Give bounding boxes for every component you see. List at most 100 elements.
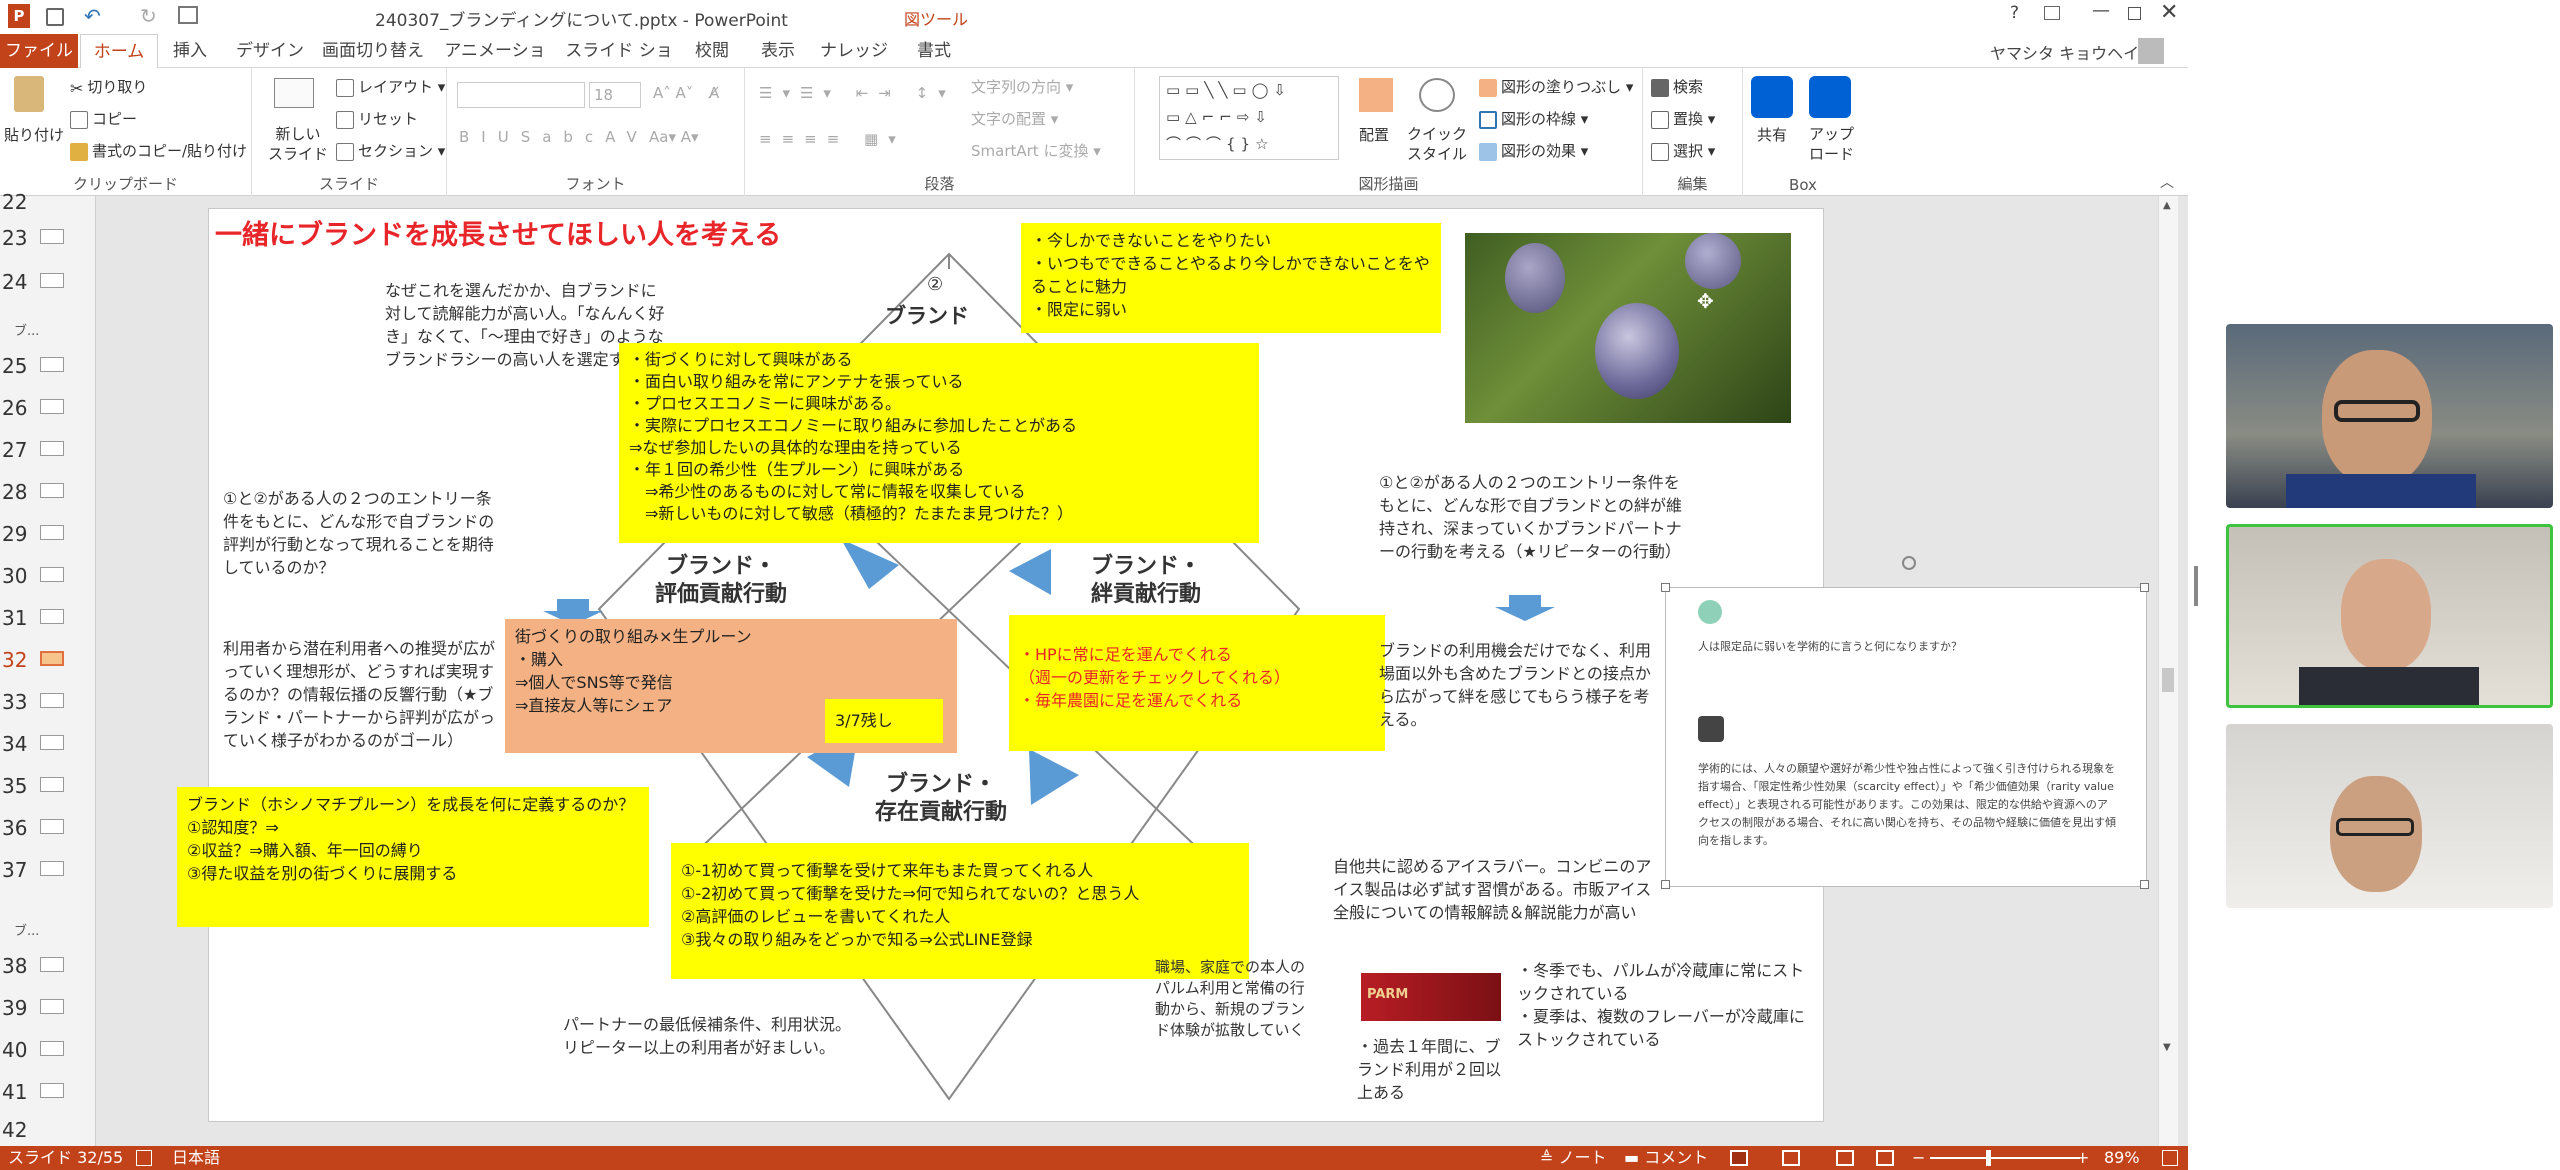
parm-product-image[interactable]: PARM (1361, 973, 1501, 1021)
zoom-level[interactable]: 89% (2104, 1146, 2140, 1170)
goal-left[interactable]: 利用者から潜在利用者への推奨が広がっていく理想形が、どうすれば実現するのか？の情… (223, 637, 507, 752)
tab-slideshow[interactable]: スライド ショー (564, 34, 674, 95)
slide-thumbnail[interactable] (40, 525, 64, 540)
case-button[interactable]: Aa▾ A▾ (649, 128, 699, 146)
tab-insert[interactable]: 挿入 (160, 34, 220, 68)
font-size-box[interactable]: 18 (589, 82, 641, 108)
participant-video[interactable] (2226, 324, 2553, 508)
selection-handle[interactable] (2140, 880, 2149, 889)
participant-video-active[interactable] (2226, 524, 2553, 708)
language-indicator[interactable]: 日本語 (172, 1146, 220, 1170)
slide-thumbnail-pane[interactable]: 22 23 24 ブ... 25 26 27 28 29 30 31 32 33… (0, 190, 110, 1146)
collapse-ribbon-icon[interactable]: ︿ (2160, 172, 2174, 192)
selection-handle[interactable] (1661, 583, 1670, 592)
tab-view[interactable]: 表示 (750, 34, 806, 68)
slide-thumbnail[interactable] (40, 735, 64, 750)
slide-thumbnail[interactable] (40, 957, 64, 972)
reading-view-icon[interactable] (1836, 1150, 1854, 1166)
font-name-box[interactable] (457, 82, 585, 108)
replace-button[interactable]: 置換 ▾ (1651, 108, 1715, 129)
ribbon-display-icon[interactable] (2044, 6, 2060, 20)
undo-icon[interactable]: ↶ (84, 4, 101, 28)
chat-screenshot[interactable]: 人は限定品に弱いを学術的に言うと何になりますか？ 学術的には、人々の願望や選好が… (1661, 556, 2149, 889)
reset-button[interactable]: リセット (336, 108, 418, 129)
spellcheck-icon[interactable] (136, 1150, 152, 1166)
shapes-gallery[interactable]: ▭▭╲╲▭◯⇩ ▭△⌐⌐⇨⇩ ⌒⌒⌒{}☆ (1159, 76, 1339, 160)
yellow-top[interactable]: ・今しかできないことをやりたい ・いつもでできることやるより今しかできないことを… (1021, 223, 1441, 333)
slide-sorter-icon[interactable] (1782, 1150, 1800, 1166)
brand-use-text[interactable]: ブランドの利用機会だけでなく、利用場面以外も含めたブランドとの接点から広がって絆… (1379, 639, 1663, 731)
scroll-up-icon[interactable]: ▲ (2163, 200, 2171, 211)
paste-button[interactable]: 貼り付け (4, 124, 64, 145)
slide-thumbnail[interactable] (40, 861, 64, 876)
comments-button[interactable]: ▬ コメント (1624, 1146, 1708, 1170)
slide-thumbnail[interactable] (40, 567, 64, 582)
arrange-button[interactable]: 配置 (1359, 124, 1389, 145)
restore-icon[interactable] (2128, 7, 2141, 20)
text-direction-button[interactable]: 文字列の方向 ▾ (971, 76, 1073, 97)
zoom-slider-thumb[interactable] (1986, 1150, 1991, 1166)
slide-thumbnail[interactable] (40, 229, 64, 244)
scroll-thumb[interactable] (2162, 668, 2174, 692)
slide-thumbnail[interactable] (40, 819, 64, 834)
rotate-handle[interactable] (1902, 556, 1916, 570)
fit-slide-icon[interactable] (2162, 1150, 2178, 1166)
quick-styles-icon[interactable] (1419, 78, 1455, 112)
new-slide-icon[interactable] (274, 78, 314, 108)
redo-icon[interactable]: ↻ (140, 4, 157, 28)
upload-icon[interactable] (1809, 76, 1851, 118)
font-grow-button[interactable]: A˄ A˅ (653, 84, 693, 102)
selection-handle[interactable] (1661, 880, 1670, 889)
remaining-count[interactable]: 3/7残し (825, 699, 943, 743)
user-name[interactable]: ヤマシタ キョウヘイ (1990, 40, 2139, 64)
slide-thumbnail[interactable] (40, 693, 64, 708)
present-icon[interactable] (178, 6, 198, 24)
zoom-slider[interactable] (1930, 1150, 2080, 1166)
tab-design[interactable]: デザイン (230, 34, 310, 68)
participant-video[interactable] (2226, 724, 2553, 908)
slide-canvas[interactable]: 一緒にブランドを成長させてほしい人を考える なぜこれを選んだかか、自ブランドに対… (177, 208, 2149, 1122)
shape-outline-button[interactable]: 図形の枠線 ▾ (1479, 108, 1588, 129)
yellow-center[interactable]: ・街づくりに対して興味がある ・面白い取り組みを常にアンテナを張っている ・プロ… (619, 343, 1259, 543)
tab-knowledge[interactable]: ナレッジ (820, 34, 888, 68)
format-painter-button[interactable]: 書式のコピー/貼り付け (70, 140, 247, 161)
minimize-icon[interactable]: — (2092, 0, 2110, 21)
tab-animations[interactable]: アニメーション (440, 34, 550, 95)
shape-fill-button[interactable]: 図形の塗りつぶし ▾ (1479, 76, 1633, 97)
tab-home[interactable]: ホーム (80, 34, 158, 69)
section-button[interactable]: セクション ▾ (336, 140, 445, 161)
select-button[interactable]: 選択 ▾ (1651, 140, 1715, 161)
slide-thumbnail-current[interactable] (40, 651, 64, 666)
selection-handle[interactable] (2140, 583, 2149, 592)
upload-button[interactable]: アップ ロード (1809, 124, 1854, 164)
slide-thumbnail[interactable] (40, 483, 64, 498)
question-left[interactable]: ①と②がある人の２つのエントリー条件をもとに、どんな形で自ブランドの評判が行動と… (223, 487, 507, 579)
vertical-scrollbar[interactable]: ▲ ▼ (2158, 196, 2178, 1146)
slide-thumbnail[interactable] (40, 777, 64, 792)
section-label[interactable]: ブ... (14, 920, 39, 939)
cut-button[interactable]: ✂ 切り取り (70, 76, 147, 98)
share-icon[interactable] (1751, 76, 1793, 118)
plum-photo[interactable]: ✥ (1465, 233, 1791, 423)
arrange-icon[interactable] (1359, 78, 1393, 112)
avatar[interactable] (2138, 38, 2164, 64)
find-button[interactable]: 検索 (1651, 76, 1703, 97)
slide-thumbnail[interactable] (40, 1083, 64, 1098)
slide-counter[interactable]: スライド 32/55 (8, 1146, 123, 1170)
share-button[interactable]: 共有 (1757, 124, 1787, 145)
layout-button[interactable]: レイアウト ▾ (336, 76, 445, 97)
tab-review[interactable]: 校閲 (686, 34, 738, 68)
slide-thumbnail[interactable] (40, 441, 64, 456)
tab-file[interactable]: ファイル (0, 34, 78, 68)
shape-effects-button[interactable]: 図形の効果 ▾ (1479, 140, 1588, 161)
zoom-in-button[interactable]: + (2076, 1146, 2089, 1170)
slide-thumbnail[interactable] (40, 999, 64, 1014)
slide-thumbnail[interactable] (40, 399, 64, 414)
slide-thumbnail[interactable] (40, 357, 64, 372)
slide-thumbnail[interactable] (40, 273, 64, 288)
smartart-button[interactable]: SmartArt に変換 ▾ (971, 140, 1101, 161)
help-icon[interactable]: ? (2010, 3, 2019, 23)
tab-format[interactable]: 書式 (902, 34, 966, 68)
quick-styles-button[interactable]: クイック スタイル (1407, 124, 1467, 164)
yellow-brand-definition[interactable]: ブランド（ホシノマチプルーン）を成長を何に定義するのか？ ①認知度？⇒ ②収益？… (177, 787, 649, 927)
